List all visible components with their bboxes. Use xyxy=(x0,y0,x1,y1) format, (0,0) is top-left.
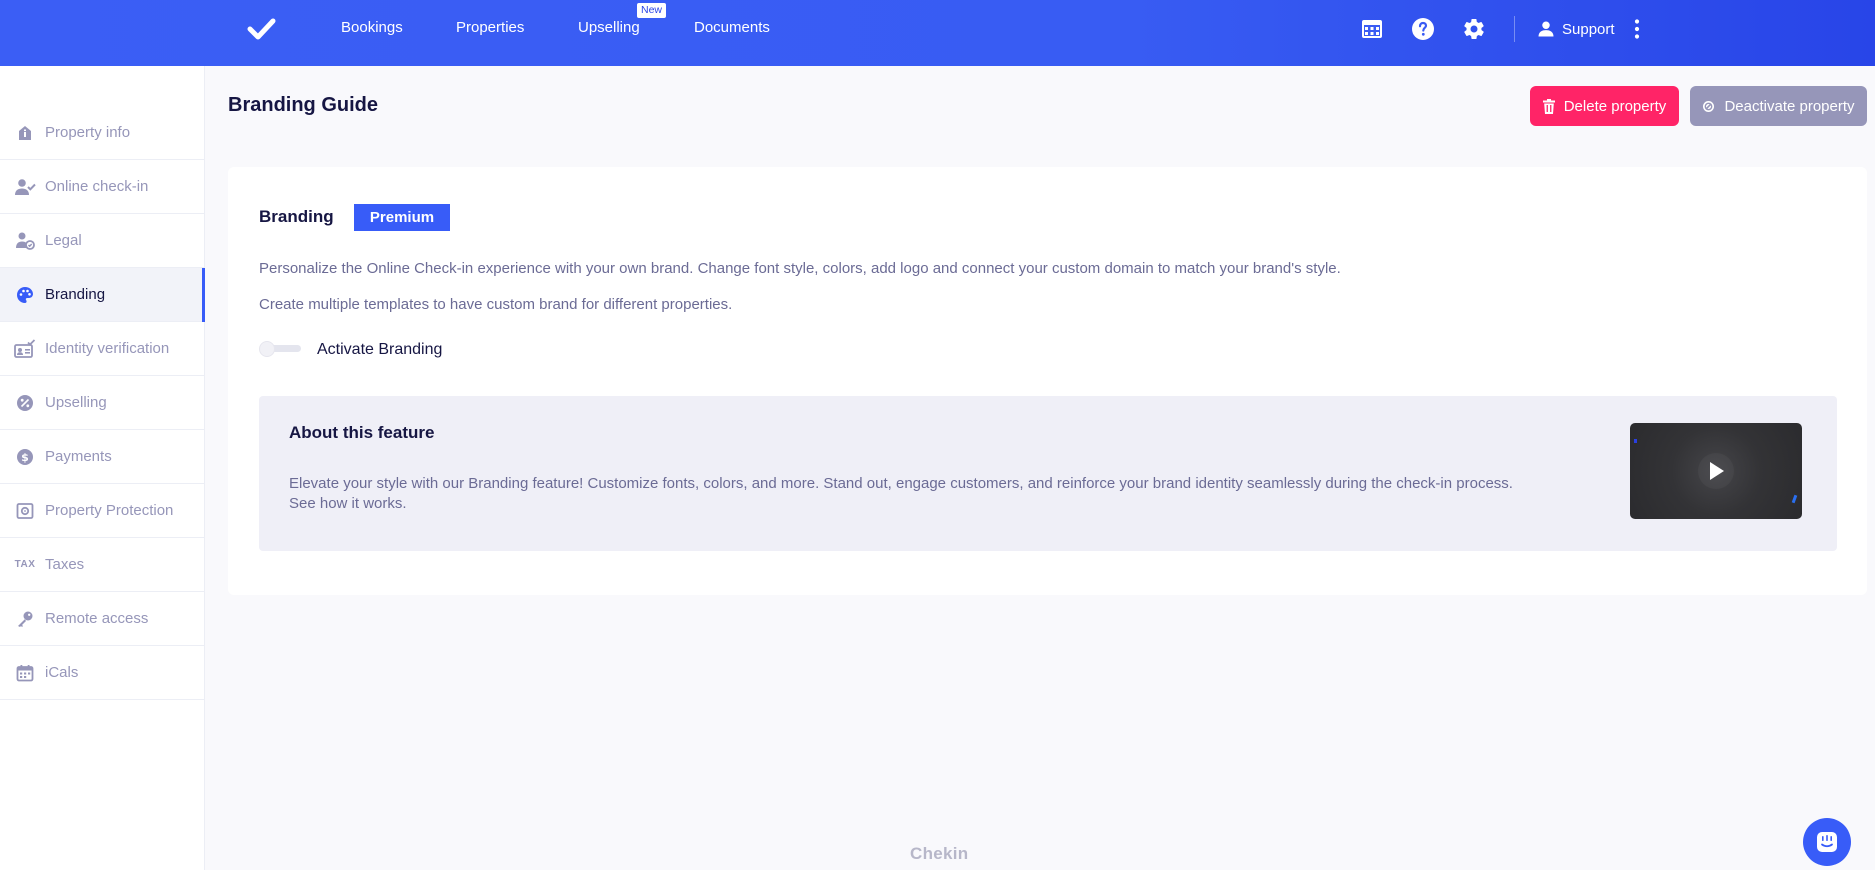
support-menu[interactable]: Support xyxy=(1537,17,1615,41)
table-icon[interactable] xyxy=(1360,17,1384,41)
play-icon[interactable] xyxy=(1698,453,1734,489)
deactivate-property-label: Deactivate property xyxy=(1724,97,1855,115)
tax-icon-text: TAX xyxy=(14,559,36,570)
delete-property-button[interactable]: Delete property xyxy=(1530,86,1679,126)
sidebar-item-label: Payments xyxy=(45,448,112,465)
sidebar-item-taxes[interactable]: TAX Taxes xyxy=(0,538,204,592)
sidebar-item-label: Branding xyxy=(45,286,106,303)
branding-description: Personalize the Online Check-in experien… xyxy=(259,260,1341,277)
nav-properties[interactable]: Properties xyxy=(456,19,524,36)
user-check-icon xyxy=(14,176,36,198)
safe-icon xyxy=(14,500,36,522)
toggle-knob xyxy=(259,341,275,357)
about-feature-text-line: Elevate your style with our Branding fea… xyxy=(289,475,1513,492)
sidebar-item-label: Online check-in xyxy=(45,178,149,195)
sidebar-item-label: Remote access xyxy=(45,610,149,627)
topbar-divider xyxy=(1514,16,1515,42)
sidebar-item-label: Property info xyxy=(45,124,131,141)
video-thumbnail[interactable] xyxy=(1630,423,1802,519)
nav-upselling[interactable]: Upselling xyxy=(578,19,640,36)
sidebar-item-label: Upselling xyxy=(45,394,107,411)
user-icon xyxy=(1538,21,1554,37)
kebab-menu-icon[interactable] xyxy=(1627,18,1647,40)
help-icon[interactable] xyxy=(1411,17,1435,41)
sidebar-item-legal[interactable]: Legal xyxy=(0,214,204,268)
dollar-icon: $ xyxy=(14,446,36,468)
logo-check-icon[interactable] xyxy=(246,14,276,44)
sidebar-item-label: Legal xyxy=(45,232,82,249)
discount-icon xyxy=(14,392,36,414)
sidebar-item-label: Identity verification xyxy=(45,340,170,357)
sidebar-item-upselling[interactable]: Upselling xyxy=(0,376,204,430)
settings-sidebar: Property info Online check-in Legal Bran… xyxy=(0,66,205,870)
branding-section-title: Branding xyxy=(259,207,334,226)
about-feature-panel: About this feature Elevate your style wi… xyxy=(259,396,1837,551)
sidebar-item-property-info[interactable]: Property info xyxy=(0,106,204,160)
activate-branding-label: Activate Branding xyxy=(317,341,443,358)
gear-icon[interactable] xyxy=(1462,17,1486,41)
video-artifact xyxy=(1791,494,1798,504)
chat-support-button[interactable] xyxy=(1803,818,1851,866)
trash-icon xyxy=(1542,98,1555,114)
sidebar-item-icals[interactable]: iCals xyxy=(0,646,204,700)
id-card-icon xyxy=(14,338,36,360)
video-artifact xyxy=(1634,439,1637,443)
legal-icon xyxy=(14,230,36,252)
support-label: Support xyxy=(1562,20,1615,38)
sidebar-item-property-protection[interactable]: Property Protection xyxy=(0,484,204,538)
info-icon xyxy=(14,122,36,144)
tax-icon: TAX xyxy=(14,554,36,576)
delete-property-label: Delete property xyxy=(1563,97,1667,115)
about-feature-text: Elevate your style with our Branding fea… xyxy=(289,474,1629,514)
sidebar-item-payments[interactable]: $ Payments xyxy=(0,430,204,484)
new-badge: New xyxy=(637,3,667,18)
top-navigation-bar: Bookings Properties Upselling New Docume… xyxy=(0,0,1875,66)
palette-icon xyxy=(14,284,36,306)
sidebar-item-remote-access[interactable]: Remote access xyxy=(0,592,204,646)
footer-brand-logo: Chekin xyxy=(910,844,969,863)
see-how-it-works-text: See how it works. xyxy=(289,495,407,512)
deactivate-property-button[interactable]: Deactivate property xyxy=(1690,86,1867,126)
nav-bookings[interactable]: Bookings xyxy=(341,19,403,36)
svg-text:$: $ xyxy=(21,451,29,464)
branding-description-templates: Create multiple templates to have custom… xyxy=(259,296,733,313)
sidebar-item-identity-verification[interactable]: Identity verification xyxy=(0,322,204,376)
deactivate-icon xyxy=(1703,100,1715,112)
sidebar-list: Property info Online check-in Legal Bran… xyxy=(0,106,205,700)
sidebar-item-branding[interactable]: Branding xyxy=(0,268,205,322)
premium-badge: Premium xyxy=(354,204,450,231)
key-icon xyxy=(14,608,36,630)
calendar-icon xyxy=(14,662,36,684)
sidebar-item-label: Taxes xyxy=(45,556,85,573)
sidebar-item-label: iCals xyxy=(45,664,79,681)
sidebar-item-online-checkin[interactable]: Online check-in xyxy=(0,160,204,214)
nav-documents[interactable]: Documents xyxy=(694,19,770,36)
chat-icon xyxy=(1817,832,1837,852)
sidebar-item-label: Property Protection xyxy=(45,502,174,519)
about-feature-title: About this feature xyxy=(289,423,435,442)
activate-branding-toggle[interactable] xyxy=(259,341,301,357)
branding-card: Branding Premium Personalize the Online … xyxy=(228,167,1867,595)
page-title: Branding Guide xyxy=(228,94,378,116)
